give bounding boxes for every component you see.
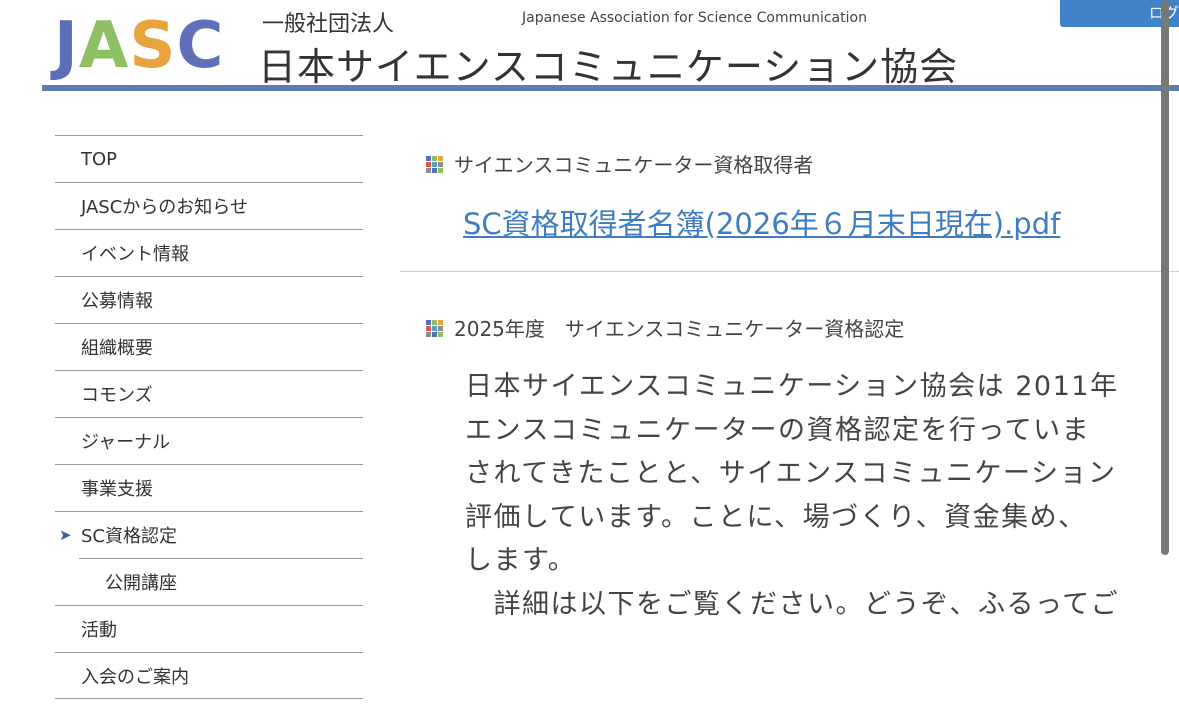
paragraph-line: されてきたことと、サイエンスコミュニケーション xyxy=(465,458,1117,489)
sidebar-item-journal[interactable]: ジャーナル xyxy=(55,417,363,464)
sidebar-item-events[interactable]: イベント情報 xyxy=(55,229,363,276)
org-name-english: Japanese Association for Science Communi… xyxy=(522,10,867,26)
sidebar-item-label: SC資格認定 xyxy=(81,526,177,547)
sidebar-item-activities[interactable]: 活動 xyxy=(55,605,363,652)
logo-letter-j: J xyxy=(54,9,79,83)
paragraph-line: 日本サイエンスコミュニケーション協会は 2011年 xyxy=(465,371,1119,402)
jasc-logo[interactable]: JASC xyxy=(54,14,224,78)
sidebar-item-calls[interactable]: 公募情報 xyxy=(55,276,363,323)
sidebar-item-label: 組織概要 xyxy=(81,338,153,359)
logo-letter-a: A xyxy=(78,9,130,83)
sidebar-item-news[interactable]: JASCからのお知らせ xyxy=(55,182,363,229)
section-title: サイエンスコミュニケーター資格取得者 xyxy=(454,153,814,177)
org-type: 一般社団法人 xyxy=(262,12,395,37)
sidebar-item-label: 活動 xyxy=(81,620,117,641)
sidebar-item-label: TOP xyxy=(81,148,118,170)
section-heading-holders: サイエンスコミュニケーター資格取得者 xyxy=(426,149,813,178)
sidebar-item-label: 入会のご案内 xyxy=(81,666,189,688)
logo-letter-c: C xyxy=(176,9,225,83)
sidebar-item-label: 事業支援 xyxy=(81,479,153,500)
sidebar-item-label: 公募情報 xyxy=(81,291,153,312)
sidebar-item-about[interactable]: 組織概要 xyxy=(55,323,363,370)
certification-description: 日本サイエンスコミュニケーション協会は 2011年 エンスコミュニケーターの資格… xyxy=(465,365,1179,626)
logo-letter-s: S xyxy=(129,9,177,83)
sidebar-item-commons[interactable]: コモンズ xyxy=(55,370,363,417)
section-heading-certification: 2025年度 サイエンスコミュニケーター資格認定 xyxy=(426,313,904,342)
holders-list-pdf-link[interactable]: SC資格取得者名簿(2026年６月末日現在).pdf xyxy=(463,201,1060,243)
org-name: 日本サイエンスコミュニケーション協会 xyxy=(258,45,959,89)
sidebar-item-label: コモンズ xyxy=(81,385,153,406)
sidebar-nav: TOP JASCからのお知らせ イベント情報 公募情報 組織概要 コモンズ ジャ… xyxy=(55,135,363,699)
section-title: 2025年度 サイエンスコミュニケーター資格認定 xyxy=(454,317,905,341)
current-arrow-icon: ➤ xyxy=(59,526,72,544)
grid-bullet-icon xyxy=(426,320,444,338)
sidebar-item-label: イベント情報 xyxy=(81,244,189,265)
sidebar-item-membership[interactable]: 入会のご案内 xyxy=(55,652,363,699)
sidebar-item-sc-certification[interactable]: ➤ SC資格認定 xyxy=(55,511,363,558)
section-divider xyxy=(400,271,1179,272)
sidebar-item-label: ジャーナル xyxy=(81,432,171,453)
grid-bullet-icon xyxy=(426,156,444,174)
paragraph-line: 評価しています。ことに、場づくり、資金集め、 xyxy=(465,501,1087,533)
paragraph-line: 詳細は以下をご覧ください。どうぞ、ふるってご xyxy=(465,588,1120,620)
scrollbar[interactable] xyxy=(1161,0,1169,555)
site-header: JASC 一般社団法人 日本サイエンスコミュニケーション協会 Japanese … xyxy=(0,0,1179,92)
paragraph-line: エンスコミュニケーターの資格認定を行っていま xyxy=(465,414,1091,446)
paragraph-line: します。 xyxy=(465,545,577,576)
sidebar-item-support[interactable]: 事業支援 xyxy=(55,464,363,511)
sidebar-item-label: JASCからのお知らせ xyxy=(81,197,248,218)
header-divider xyxy=(42,85,1179,91)
sidebar-item-top[interactable]: TOP xyxy=(55,135,363,182)
sidebar-item-public-lecture[interactable]: 公開講座 xyxy=(79,558,363,605)
sidebar-item-label: 公開講座 xyxy=(105,573,177,594)
